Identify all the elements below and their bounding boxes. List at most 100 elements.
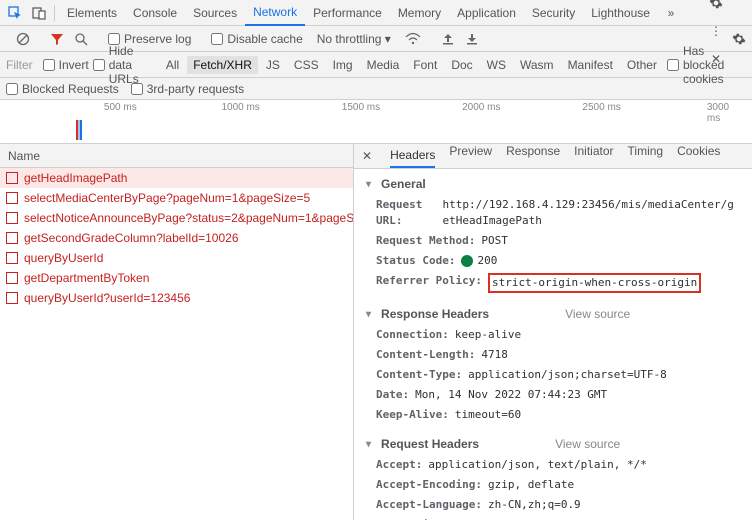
value-status-code: 200 [461, 253, 497, 269]
timeline-tick: 1000 ms [221, 102, 259, 113]
section-response-headers[interactable]: Response HeadersView source [362, 303, 744, 325]
wifi-icon[interactable] [405, 32, 421, 46]
tab-memory[interactable]: Memory [390, 0, 449, 26]
tab-security[interactable]: Security [524, 0, 583, 26]
tab-network[interactable]: Network [245, 0, 305, 26]
filter-input[interactable]: Filter [6, 58, 33, 72]
header-value: application/json, text/plain, */* [428, 457, 647, 473]
request-row[interactable]: getSecondGradeColumn?labelId=10026 [0, 228, 353, 248]
file-icon [6, 272, 18, 284]
kebab-menu-icon[interactable]: ⋮ [705, 20, 727, 42]
file-icon [6, 252, 18, 264]
throttling-select[interactable]: No throttling ▾ [313, 30, 395, 48]
file-icon [6, 172, 18, 184]
request-row[interactable]: queryByUserId [0, 248, 353, 268]
chip-wasm[interactable]: Wasm [514, 56, 560, 74]
gear-icon[interactable] [705, 0, 727, 14]
chip-all[interactable]: All [160, 56, 185, 74]
device-toolbar-icon[interactable] [28, 2, 50, 24]
request-name: queryByUserId?userId=123456 [24, 291, 190, 305]
chip-doc[interactable]: Doc [445, 56, 478, 74]
header-key: Keep-Alive: [376, 407, 449, 423]
label-request-method: Request Method: [376, 233, 475, 249]
header-key: Content-Type: [376, 367, 462, 383]
header-key: Accept-Encoding: [376, 477, 482, 493]
has-blocked-cookies-checkbox[interactable]: Has blocked cookies [667, 44, 746, 86]
chip-ws[interactable]: WS [481, 56, 512, 74]
chip-css[interactable]: CSS [288, 56, 325, 74]
header-value: keep-alive [455, 327, 521, 343]
chip-font[interactable]: Font [407, 56, 443, 74]
request-name: getHeadImagePath [24, 171, 127, 185]
file-icon [6, 212, 18, 224]
header-value: gzip, deflate [488, 477, 574, 493]
label-referrer-policy: Referrer Policy: [376, 273, 482, 293]
tab-performance[interactable]: Performance [305, 0, 390, 26]
request-row[interactable]: queryByUserId?userId=123456 [0, 288, 353, 308]
request-row[interactable]: selectNoticeAnnounceByPage?status=2&page… [0, 208, 353, 228]
chip-js[interactable]: JS [260, 56, 286, 74]
header-key: Content-Length: [376, 347, 475, 363]
type-filter-chips: AllFetch/XHRJSCSSImgMediaFontDocWSWasmMa… [160, 56, 663, 74]
detail-tab-headers[interactable]: Headers [390, 148, 435, 168]
filter-toggle-icon[interactable] [50, 32, 64, 46]
view-source-link[interactable]: View source [565, 307, 630, 321]
column-header-name[interactable]: Name [0, 144, 353, 168]
tab-console[interactable]: Console [125, 0, 185, 26]
download-icon[interactable] [465, 32, 479, 46]
section-request-headers[interactable]: Request HeadersView source [362, 433, 744, 455]
separator [54, 5, 55, 21]
file-icon [6, 232, 18, 244]
header-key: Date: [376, 387, 409, 403]
header-key: Accept: [376, 457, 422, 473]
tab-application[interactable]: Application [449, 0, 524, 26]
chip-other[interactable]: Other [621, 56, 663, 74]
chip-media[interactable]: Media [361, 56, 406, 74]
request-row[interactable]: getHeadImagePath [0, 168, 353, 188]
inspect-element-icon[interactable] [4, 2, 26, 24]
header-value: Mon, 14 Nov 2022 07:44:23 GMT [415, 387, 607, 403]
upload-icon[interactable] [441, 32, 455, 46]
more-tabs-icon[interactable]: » [660, 2, 682, 24]
third-party-checkbox[interactable]: 3rd-party requests [131, 82, 244, 96]
search-icon[interactable] [74, 32, 88, 46]
close-details-icon[interactable]: ✕ [358, 149, 376, 163]
request-details: ✕ Headers Preview Response Initiator Timing C… [354, 144, 752, 520]
disable-cache-checkbox[interactable]: Disable cache [211, 32, 302, 46]
header-key: Accept-Language: [376, 497, 482, 513]
detail-tab-timing[interactable]: Timing [628, 144, 664, 168]
request-row[interactable]: selectMediaCenterByPage?pageNum=1&pageSi… [0, 188, 353, 208]
tab-lighthouse[interactable]: Lighthouse [583, 0, 658, 26]
chip-img[interactable]: Img [327, 56, 359, 74]
tab-elements[interactable]: Elements [59, 0, 125, 26]
timeline-tick: 500 ms [104, 102, 137, 113]
request-name: getDepartmentByToken [24, 271, 149, 285]
detail-tab-cookies[interactable]: Cookies [677, 144, 720, 168]
view-source-link[interactable]: View source [555, 437, 620, 451]
chip-manifest[interactable]: Manifest [562, 56, 619, 74]
tab-sources[interactable]: Sources [185, 0, 245, 26]
main-tabs: ElementsConsoleSourcesNetworkPerformance… [59, 0, 658, 26]
invert-checkbox[interactable]: Invert [43, 58, 89, 72]
file-icon [6, 292, 18, 304]
timeline-request-bar [76, 120, 82, 140]
detail-tab-preview[interactable]: Preview [449, 144, 492, 168]
request-name: selectMediaCenterByPage?pageNum=1&pageSi… [24, 191, 310, 205]
request-name: selectNoticeAnnounceByPage?status=2&page… [24, 211, 353, 225]
extra-filter-bar: Blocked Requests 3rd-party requests [0, 78, 752, 100]
blocked-requests-checkbox[interactable]: Blocked Requests [6, 82, 119, 96]
clear-button[interactable] [16, 32, 30, 46]
timeline-tick: 1500 ms [342, 102, 380, 113]
status-dot-icon [461, 255, 473, 267]
detail-tab-response[interactable]: Response [506, 144, 560, 168]
devtools-toolbar: ElementsConsoleSourcesNetworkPerformance… [0, 0, 752, 26]
hide-data-urls-checkbox[interactable]: Hide data URLs [93, 44, 156, 86]
detail-tab-initiator[interactable]: Initiator [574, 144, 613, 168]
value-request-url: http://192.168.4.129:23456/mis/mediaCent… [443, 197, 740, 229]
section-general[interactable]: General [362, 173, 744, 195]
chip-fetch-xhr[interactable]: Fetch/XHR [187, 56, 258, 74]
request-row[interactable]: getDepartmentByToken [0, 268, 353, 288]
timeline-overview[interactable]: 500 ms1000 ms1500 ms2000 ms2500 ms3000 m… [0, 100, 752, 144]
request-list: Name getHeadImagePath selectMediaCenterBy… [0, 144, 354, 520]
request-name: getSecondGradeColumn?labelId=10026 [24, 231, 239, 245]
